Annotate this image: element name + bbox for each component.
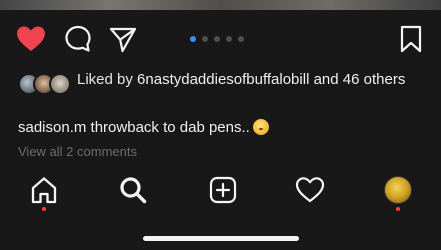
comment-button[interactable] bbox=[61, 22, 95, 56]
likes-prefix: Liked by bbox=[77, 71, 133, 88]
carousel-dot bbox=[190, 36, 196, 42]
post-photo-edge[interactable] bbox=[0, 0, 441, 10]
bottom-tab-bar bbox=[0, 166, 441, 216]
save-button[interactable] bbox=[394, 22, 428, 56]
notification-dot bbox=[42, 207, 46, 211]
view-comments-link[interactable]: View all 2 comments bbox=[18, 144, 137, 159]
search-icon bbox=[120, 177, 147, 204]
home-icon bbox=[31, 177, 57, 204]
heart-outline-icon bbox=[295, 177, 325, 203]
likes-others[interactable]: and 46 others bbox=[314, 71, 406, 88]
carousel-dot bbox=[202, 36, 208, 42]
likes-summary[interactable]: Liked by 6nastydaddiesofbuffalobill and … bbox=[18, 70, 433, 110]
carousel-dot bbox=[214, 36, 220, 42]
tab-profile[interactable] bbox=[378, 170, 418, 211]
carousel-dot bbox=[226, 36, 232, 42]
home-indicator[interactable] bbox=[143, 236, 299, 241]
liker-avatars bbox=[18, 73, 72, 95]
carousel-indicator bbox=[190, 36, 244, 42]
liked-by-username[interactable]: 6nastydaddiesofbuffalobill bbox=[137, 71, 309, 88]
likes-text: Liked by 6nastydaddiesofbuffalobill and … bbox=[77, 70, 427, 89]
tab-search[interactable] bbox=[113, 170, 153, 210]
share-button[interactable] bbox=[106, 22, 140, 56]
avatar bbox=[49, 73, 71, 95]
heart-filled-icon bbox=[17, 26, 45, 51]
notification-dot bbox=[396, 207, 400, 211]
carousel-dot bbox=[238, 36, 244, 42]
paper-plane-icon bbox=[109, 27, 137, 53]
post-caption: sadison.m throwback to dab pens.. bbox=[18, 118, 269, 137]
tab-home[interactable] bbox=[24, 170, 64, 211]
tab-new-post[interactable] bbox=[203, 170, 243, 210]
tab-activity[interactable] bbox=[290, 170, 330, 210]
comment-bubble-icon bbox=[65, 25, 91, 52]
profile-avatar bbox=[384, 176, 412, 204]
plus-square-icon bbox=[209, 176, 237, 204]
caption-text: throwback to dab pens.. bbox=[90, 119, 250, 136]
post-action-row bbox=[0, 22, 441, 58]
like-button[interactable] bbox=[14, 22, 48, 56]
caption-username[interactable]: sadison.m bbox=[18, 119, 86, 136]
bookmark-icon bbox=[400, 25, 422, 53]
post-screen: Liked by 6nastydaddiesofbuffalobill and … bbox=[0, 0, 441, 250]
face-with-hand-over-mouth-emoji-icon bbox=[252, 119, 269, 135]
